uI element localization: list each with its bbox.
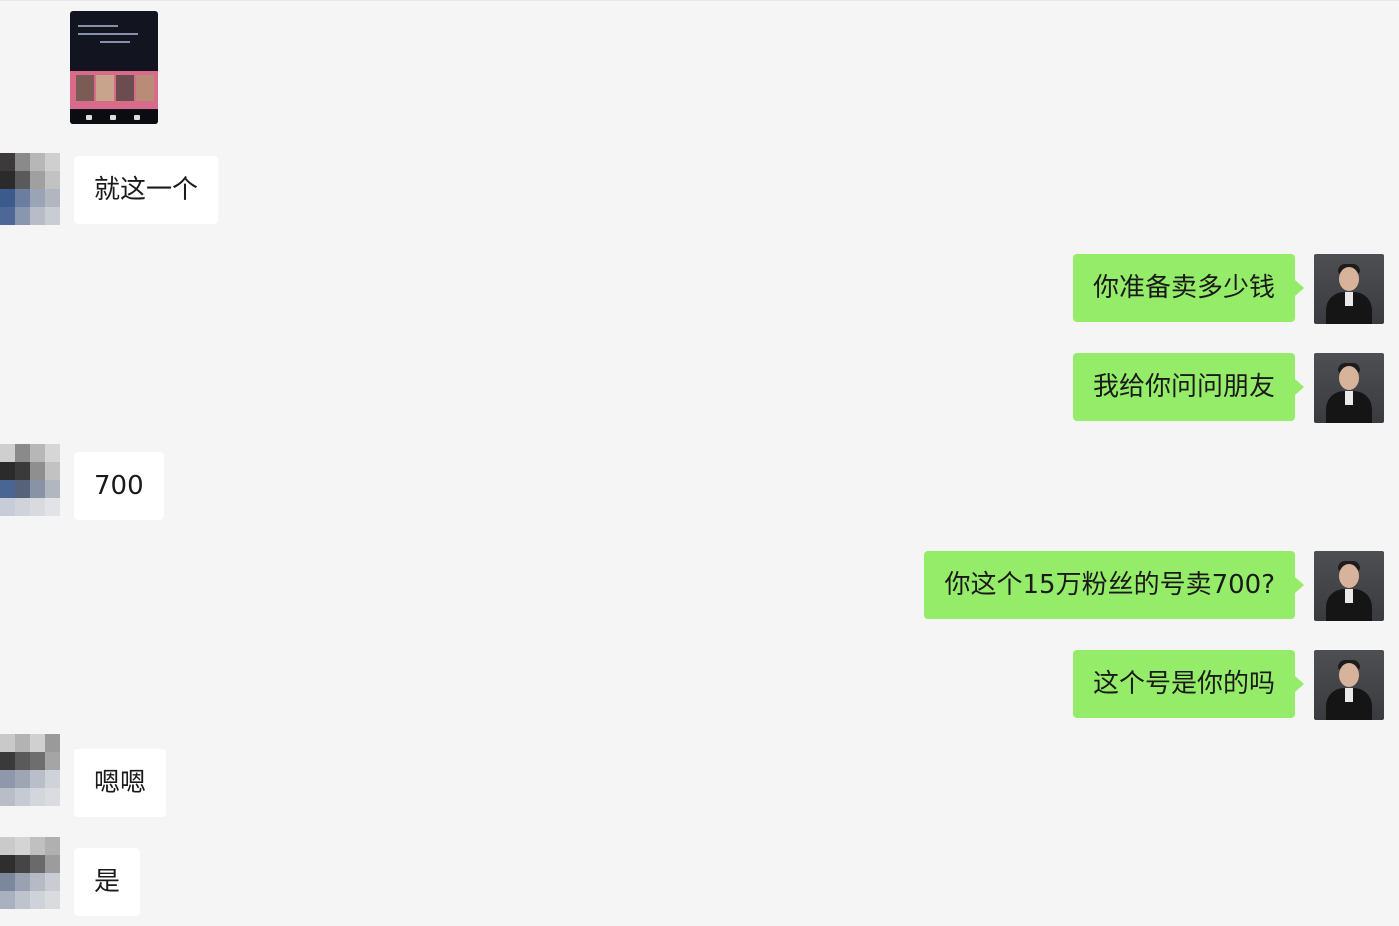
my-avatar[interactable] <box>1314 650 1384 720</box>
image-message-thumbnail[interactable] <box>70 11 158 124</box>
message-text: 这个号是你的吗 <box>1092 669 1275 699</box>
message-text: 是 <box>94 867 121 897</box>
incoming-message-bubble: 700 <box>74 452 164 520</box>
my-avatar[interactable] <box>1314 551 1384 621</box>
message-text: 700 <box>94 471 144 501</box>
outgoing-message-bubble: 你准备卖多少钱 <box>1072 254 1305 322</box>
my-avatar[interactable] <box>1314 353 1384 423</box>
incoming-message-bubble: 嗯嗯 <box>74 749 167 817</box>
outgoing-message-bubble: 这个号是你的吗 <box>1072 650 1305 718</box>
contact-avatar[interactable] <box>0 734 60 806</box>
incoming-message-bubble: 就这一个 <box>74 156 219 224</box>
message-text: 你准备卖多少钱 <box>1092 273 1275 303</box>
message-text: 就这一个 <box>94 175 199 205</box>
chat-window: 就这一个 你准备卖多少钱 我给你问问朋友 700 你这个15万粉丝的号卖700?… <box>0 0 1399 926</box>
message-text: 我给你问问朋友 <box>1092 372 1275 402</box>
contact-avatar[interactable] <box>0 444 60 516</box>
outgoing-message-bubble: 你这个15万粉丝的号卖700? <box>924 551 1304 619</box>
my-avatar[interactable] <box>1314 254 1384 324</box>
message-text: 你这个15万粉丝的号卖700? <box>944 570 1275 600</box>
contact-avatar[interactable] <box>0 837 60 926</box>
contact-avatar[interactable] <box>0 153 60 225</box>
outgoing-message-bubble: 我给你问问朋友 <box>1072 353 1305 421</box>
incoming-message-bubble: 是 <box>74 848 141 916</box>
message-text: 嗯嗯 <box>94 768 147 798</box>
